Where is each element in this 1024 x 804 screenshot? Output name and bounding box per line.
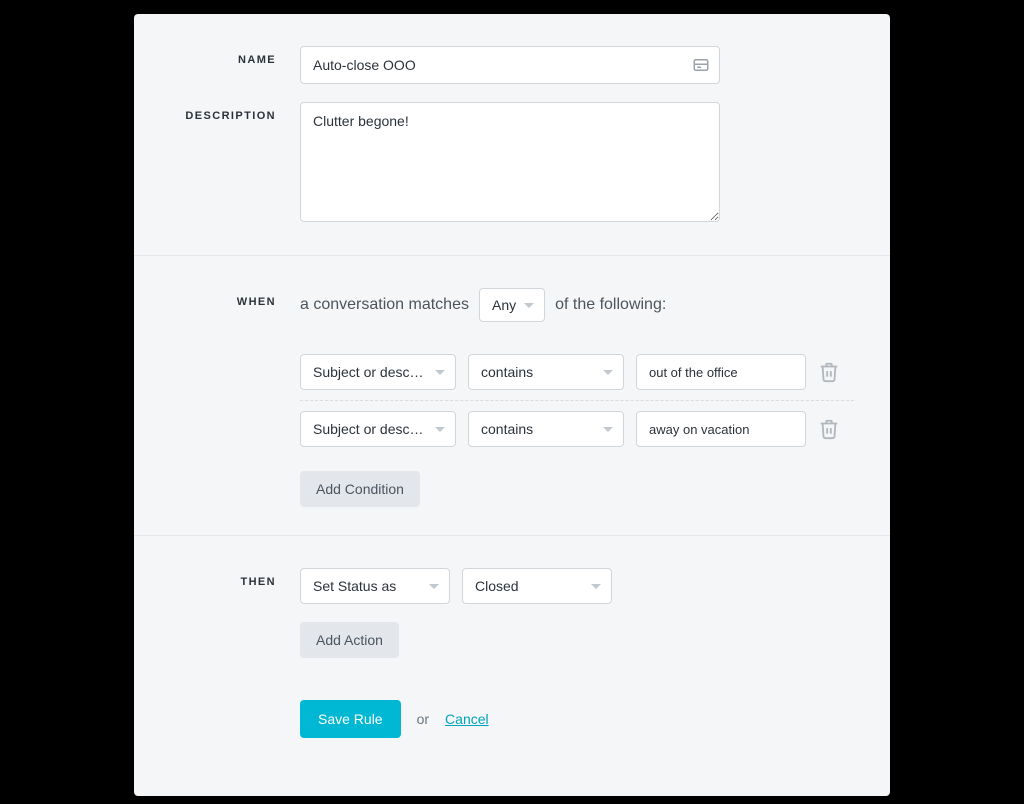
rule-editor-panel: NAME DESCRIPTION Clutter begone!	[134, 14, 890, 796]
condition-field-value: Subject or desc…	[313, 364, 427, 380]
condition-field-value: Subject or desc…	[313, 421, 427, 437]
condition-operator-value: contains	[481, 421, 595, 437]
condition-field-select[interactable]: Subject or desc…	[300, 411, 456, 447]
condition-row: Subject or desc… contains	[300, 344, 854, 401]
name-label: NAME	[170, 46, 300, 84]
chevron-down-icon	[435, 370, 445, 375]
trash-icon[interactable]	[818, 361, 840, 383]
add-action-button[interactable]: Add Action	[300, 622, 399, 658]
chevron-down-icon	[524, 303, 534, 308]
when-sentence-post: of the following:	[555, 296, 666, 314]
or-text: or	[417, 711, 429, 727]
chevron-down-icon	[603, 427, 613, 432]
action-row: Set Status as Closed	[300, 568, 854, 604]
description-textarea[interactable]: Clutter begone!	[300, 102, 720, 222]
chevron-down-icon	[591, 584, 601, 589]
description-label: DESCRIPTION	[170, 102, 300, 227]
action-value-select[interactable]: Closed	[462, 568, 612, 604]
action-list: Set Status as Closed	[300, 568, 854, 604]
when-label: WHEN	[170, 288, 300, 507]
submit-row: Save Rule or Cancel	[300, 700, 854, 738]
trash-icon[interactable]	[818, 418, 840, 440]
then-label: THEN	[170, 568, 300, 738]
cancel-link[interactable]: Cancel	[445, 711, 489, 727]
condition-operator-value: contains	[481, 364, 595, 380]
action-type-select[interactable]: Set Status as	[300, 568, 450, 604]
section-then: THEN Set Status as Closed Add Action Save…	[134, 535, 890, 766]
condition-operator-select[interactable]: contains	[468, 354, 624, 390]
condition-operator-select[interactable]: contains	[468, 411, 624, 447]
card-icon	[692, 56, 710, 74]
match-mode-value: Any	[492, 297, 516, 313]
save-rule-button[interactable]: Save Rule	[300, 700, 401, 738]
condition-row: Subject or desc… contains	[300, 401, 854, 457]
section-when: WHEN a conversation matches Any of the f…	[134, 255, 890, 535]
chevron-down-icon	[435, 427, 445, 432]
condition-value-input[interactable]	[636, 354, 806, 390]
when-sentence-pre: a conversation matches	[300, 296, 469, 314]
when-sentence: a conversation matches Any of the follow…	[300, 288, 854, 322]
action-type-value: Set Status as	[313, 578, 396, 594]
section-identity: NAME DESCRIPTION Clutter begone!	[134, 14, 890, 255]
condition-field-select[interactable]: Subject or desc…	[300, 354, 456, 390]
action-value-value: Closed	[475, 578, 519, 594]
add-condition-button[interactable]: Add Condition	[300, 471, 420, 507]
name-input[interactable]	[300, 46, 720, 84]
condition-value-input[interactable]	[636, 411, 806, 447]
match-mode-select[interactable]: Any	[479, 288, 545, 322]
chevron-down-icon	[603, 370, 613, 375]
chevron-down-icon	[429, 584, 439, 589]
condition-list: Subject or desc…containsSubject or desc……	[300, 344, 854, 457]
